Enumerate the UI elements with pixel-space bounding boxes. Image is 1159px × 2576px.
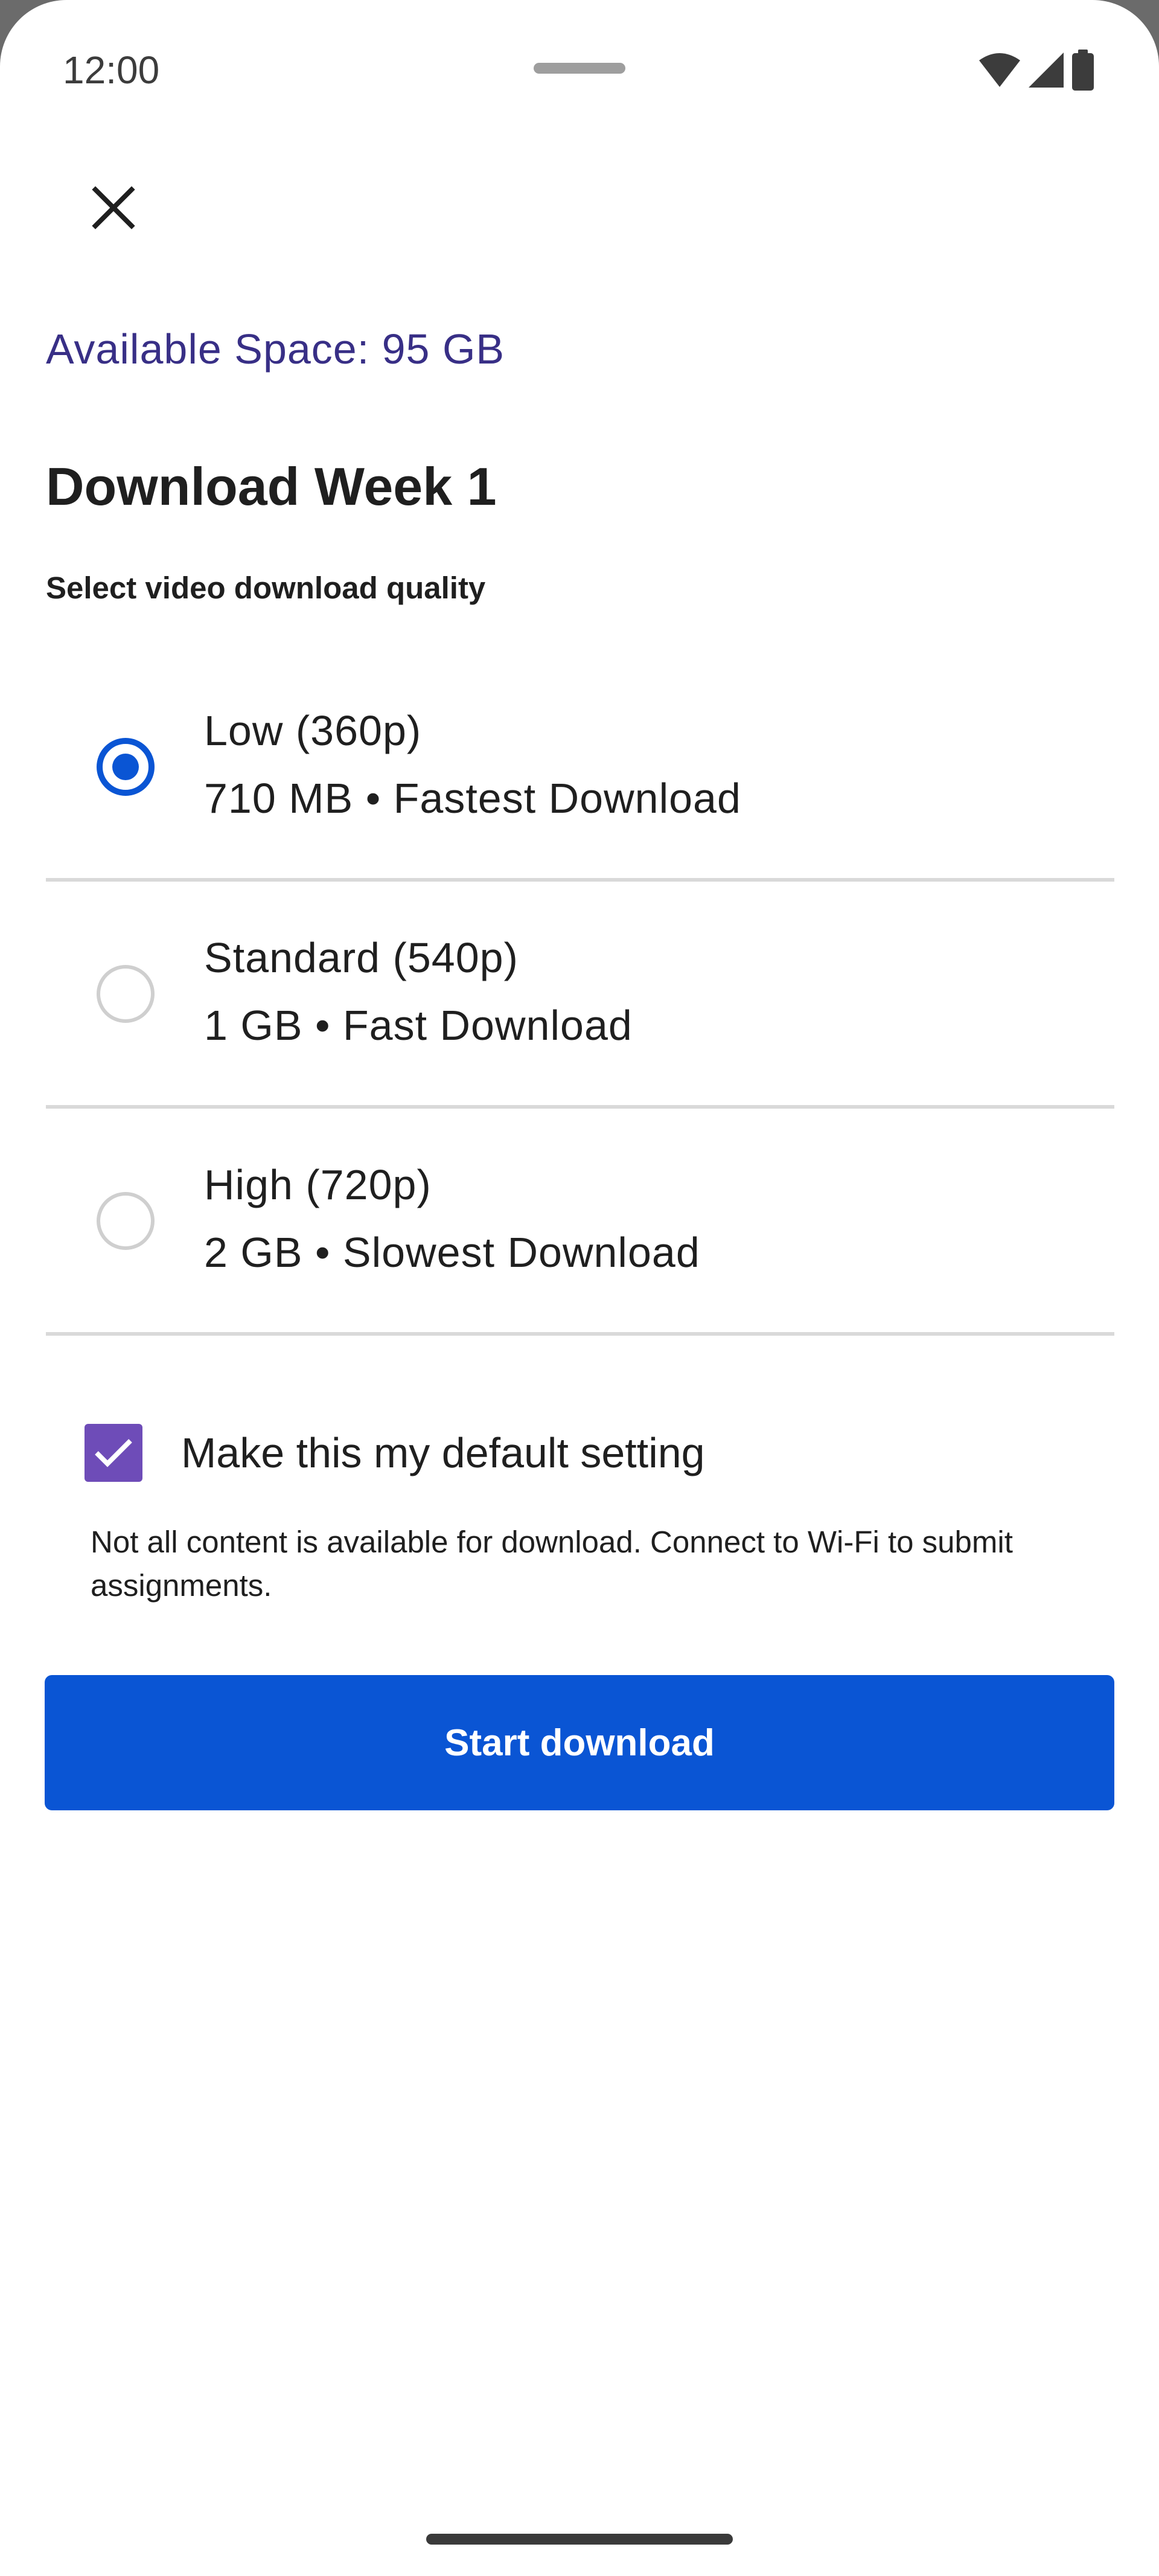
download-note: Not all content is available for downloa… [91, 1525, 1013, 1603]
close-button[interactable] [77, 171, 150, 244]
option-title: Standard (540p) [204, 934, 519, 981]
close-icon [92, 186, 135, 229]
home-indicator[interactable] [426, 2534, 733, 2545]
default-setting-checkbox[interactable] [85, 1424, 142, 1482]
radio-button[interactable] [97, 965, 155, 1023]
option-title: High (720p) [204, 1161, 432, 1208]
download-bottom-sheet: 12:00 Available Space: 95 GB Download We… [0, 0, 1159, 2576]
default-setting-label: Make this my default setting [181, 1429, 705, 1476]
option-description: 710 MB • Fastest Download [204, 775, 741, 822]
radio-button-selected[interactable] [97, 738, 155, 796]
available-space: Available Space: 95 GB [46, 325, 505, 373]
cell-signal-icon [1029, 53, 1064, 88]
quality-options: Low (360p) 710 MB • Fastest Download Sta… [46, 655, 1114, 1336]
option-description: 2 GB • Slowest Download [204, 1229, 700, 1276]
drag-handle[interactable] [534, 63, 625, 74]
dialog-title: Download Week 1 [46, 457, 497, 516]
default-setting-row[interactable]: Make this my default setting [85, 1423, 705, 1483]
quality-option-standard[interactable]: Standard (540p) 1 GB • Fast Download [46, 882, 1114, 1109]
radio-button[interactable] [97, 1192, 155, 1250]
battery-icon [1072, 50, 1094, 91]
status-time: 12:00 [63, 48, 160, 92]
start-download-button[interactable]: Start download [45, 1675, 1114, 1810]
checkmark-icon [95, 1439, 132, 1467]
quality-option-low[interactable]: Low (360p) 710 MB • Fastest Download [46, 655, 1114, 882]
quality-subtitle: Select video download quality [46, 571, 486, 605]
quality-option-high[interactable]: High (720p) 2 GB • Slowest Download [46, 1109, 1114, 1336]
status-icons [978, 50, 1095, 91]
option-title: Low (360p) [204, 707, 422, 754]
option-description: 1 GB • Fast Download [204, 1002, 633, 1049]
wifi-icon [979, 53, 1020, 87]
